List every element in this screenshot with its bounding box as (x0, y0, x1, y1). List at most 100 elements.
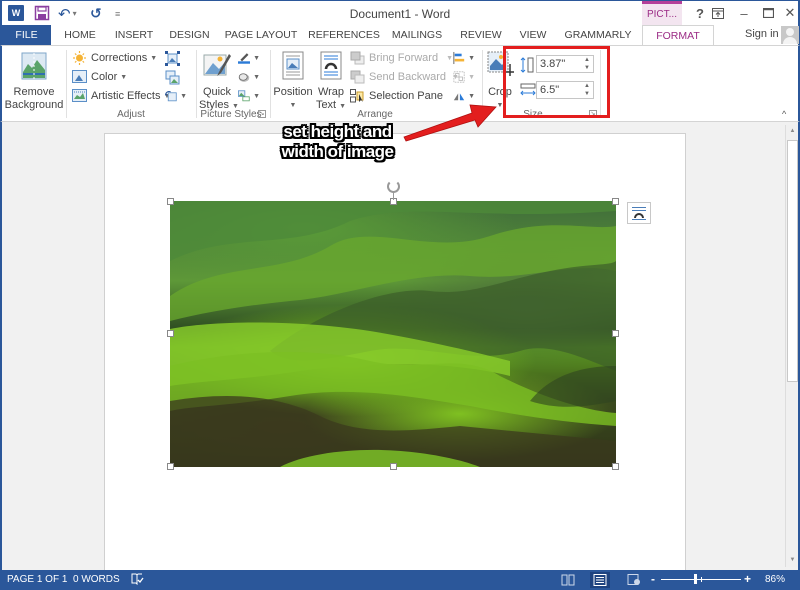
picture-styles-group-label: Picture Styles (200, 109, 262, 120)
layout-options-icon (634, 212, 644, 218)
tab-grammarly[interactable]: GRAMMARLY (560, 25, 636, 45)
layout-options-button[interactable] (627, 202, 651, 224)
picture-border-button[interactable]: ▼ (238, 49, 260, 67)
undo-button[interactable]: ↶ ▾ (58, 5, 80, 23)
corrections-icon (72, 51, 87, 65)
chevron-down-icon: ▼ (253, 54, 260, 62)
spin-up-icon[interactable]: ▲ (584, 57, 590, 63)
undo-dropdown-caret[interactable]: ▾ (73, 9, 77, 18)
spin-down-icon[interactable]: ▼ (584, 91, 590, 97)
artistic-effects-button[interactable]: Artistic Effects ▼ (72, 87, 170, 105)
selected-picture[interactable] (170, 201, 616, 467)
spin-up-icon[interactable]: ▲ (584, 83, 590, 89)
group-button[interactable]: ▼ (453, 68, 475, 86)
vertical-scrollbar[interactable]: ▲ ▼ (785, 125, 798, 567)
size-group-label: Size (523, 109, 543, 120)
zoom-in-button[interactable]: + (744, 572, 751, 586)
zoom-slider-100-tick (701, 577, 702, 582)
picture-layout-button[interactable]: ▼ (238, 87, 260, 105)
spin-down-icon[interactable]: ▼ (584, 65, 590, 71)
sign-in-link[interactable]: Sign in (745, 28, 779, 40)
resize-handle-bottom-right[interactable] (612, 463, 619, 470)
tab-view[interactable]: VIEW (512, 25, 554, 45)
zoom-level[interactable]: 86% (765, 574, 785, 585)
bring-forward-button[interactable]: Bring Forward ▼ (350, 49, 453, 67)
corrections-label: Corrections (91, 52, 148, 64)
scroll-down-button[interactable]: ▼ (786, 554, 799, 567)
minimize-button[interactable]: – (732, 3, 756, 23)
chevron-down-icon: ▼ (150, 54, 158, 62)
scroll-up-button[interactable]: ▲ (786, 125, 799, 138)
tab-file[interactable]: FILE (2, 25, 51, 45)
annotation-callout: set height and width of image (270, 122, 405, 162)
width-spinner[interactable]: ▲ ▼ (583, 82, 591, 98)
redo-button[interactable]: ↺ (90, 5, 102, 22)
chevron-down-icon: ▼ (120, 73, 128, 81)
close-button[interactable]: ✕ (778, 3, 800, 23)
send-backward-button[interactable]: Send Backward ▼ (350, 68, 459, 86)
corrections-button[interactable]: Corrections ▼ (72, 49, 157, 67)
ribbon-display-options-button[interactable] (706, 3, 730, 23)
tab-insert[interactable]: INSERT (108, 25, 160, 45)
collapse-ribbon-button[interactable]: ^ (782, 109, 786, 119)
wrap-text-button[interactable]: Wrap Text ▼ (315, 50, 347, 113)
remove-background-button[interactable]: Remove Background (4, 50, 64, 112)
zoom-slider-thumb[interactable] (694, 574, 697, 584)
resize-handle-right[interactable] (612, 330, 619, 337)
height-spinner[interactable]: ▲ ▼ (583, 56, 591, 72)
shape-height-input[interactable]: 3.87" ▲ ▼ (536, 55, 594, 73)
resize-handle-bottom-left[interactable] (167, 463, 174, 470)
chevron-down-icon: ▼ (253, 92, 260, 100)
shape-width-input[interactable]: 6.5" ▲ ▼ (536, 81, 594, 99)
tab-review[interactable]: REVIEW (452, 25, 510, 45)
read-mode-icon (561, 574, 575, 586)
page-count[interactable]: PAGE 1 OF 1 (7, 574, 67, 585)
print-layout-button[interactable] (590, 572, 610, 588)
picture-layout-icon (238, 90, 250, 102)
title-bar: W ↶ ▾ ↺ ≡ Document1 - Word PICT... ? – ✕ (0, 0, 800, 26)
reset-picture-button[interactable]: ▼ (165, 87, 187, 105)
avatar[interactable] (781, 26, 799, 44)
scrollbar-thumb[interactable] (787, 140, 798, 382)
zoom-out-button[interactable]: - (651, 572, 655, 586)
position-button[interactable]: Position ▼ (273, 50, 313, 112)
maximize-button[interactable] (756, 3, 780, 23)
tab-design[interactable]: DESIGN (162, 25, 217, 45)
picture-styles-dialog-launcher[interactable]: ↘ (258, 110, 266, 118)
size-dialog-launcher[interactable]: ↘ (589, 110, 597, 118)
resize-handle-left[interactable] (167, 330, 174, 337)
compress-pictures-button[interactable] (165, 49, 187, 67)
resize-handle-top-left[interactable] (167, 198, 174, 205)
quick-styles-button[interactable]: Quick Styles ▼ (199, 50, 239, 113)
chevron-down-icon: ▼ (253, 73, 260, 81)
resize-handle-bottom[interactable] (390, 463, 397, 470)
read-mode-button[interactable] (558, 572, 578, 588)
picture-effects-button[interactable]: ▼ (238, 68, 260, 86)
annotation-arrow-icon (403, 104, 497, 142)
word-app-icon[interactable]: W (8, 5, 24, 21)
resize-handle-top-right[interactable] (612, 198, 619, 205)
picture-effects-icon (238, 73, 250, 82)
change-picture-button[interactable] (165, 68, 187, 86)
tab-page-layout[interactable]: PAGE LAYOUT (220, 25, 302, 45)
tab-format[interactable]: FORMAT (642, 25, 714, 46)
remove-background-icon (18, 50, 50, 82)
chevron-up-icon: ^ (782, 109, 787, 119)
tab-references[interactable]: REFERENCES (305, 25, 383, 45)
selection-pane-icon (350, 89, 365, 103)
align-button[interactable]: ▼ (453, 49, 475, 67)
bring-forward-label: Bring Forward (369, 52, 439, 64)
tab-home[interactable]: HOME (54, 25, 106, 45)
change-picture-icon (165, 70, 180, 84)
compress-pictures-icon (165, 50, 180, 66)
word-count[interactable]: 0 WORDS (73, 574, 120, 585)
color-button[interactable]: Color ▼ (72, 68, 127, 86)
close-icon: ✕ (784, 5, 796, 20)
picture-tools-context-label: PICT... (642, 1, 682, 26)
position-label: Position (273, 86, 313, 98)
proofing-button[interactable] (131, 573, 144, 588)
save-button[interactable] (34, 5, 50, 21)
web-layout-button[interactable] (624, 572, 644, 588)
customize-quick-access-button[interactable]: ≡ (115, 5, 120, 22)
tab-mailings[interactable]: MAILINGS (385, 25, 449, 45)
